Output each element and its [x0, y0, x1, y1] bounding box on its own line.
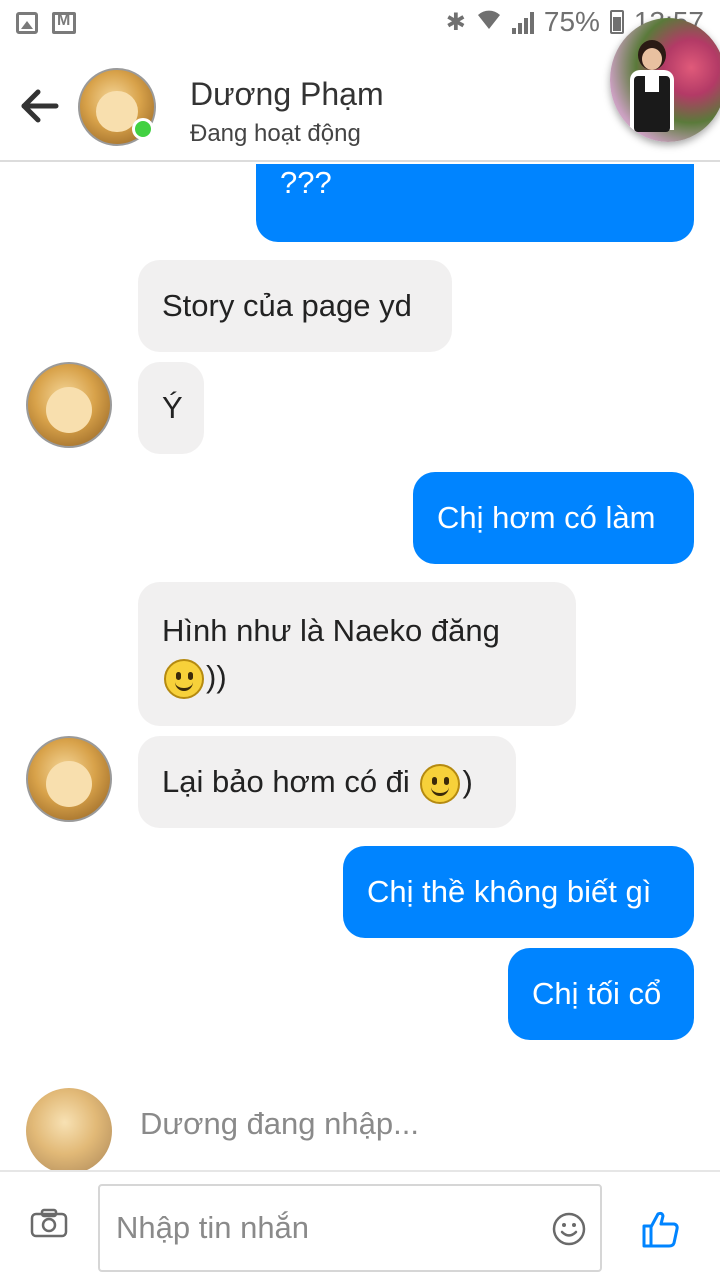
thumbs-up-like-icon[interactable]	[640, 1210, 680, 1248]
signal-icon	[511, 10, 534, 34]
bluetooth-icon: ✱	[445, 8, 466, 36]
message-text: Chị thề không biết gì	[367, 874, 652, 909]
message-composer: Nhập tin nhắn	[0, 1170, 720, 1280]
emoji-picker-icon[interactable]	[552, 1212, 586, 1246]
contact-active-status: Đang hoạt động	[190, 120, 361, 147]
sender-avatar[interactable]	[26, 362, 112, 448]
message-input-placeholder: Nhập tin nhắn	[116, 1210, 310, 1245]
outgoing-message[interactable]: Chị tối cổ	[508, 948, 694, 1040]
message-text: Chị tối cổ	[532, 976, 662, 1011]
sender-avatar[interactable]	[26, 736, 112, 822]
back-arrow-icon[interactable]	[18, 84, 62, 128]
incoming-message[interactable]: Ý	[138, 362, 204, 454]
message-text: ???	[280, 165, 332, 200]
outgoing-message[interactable]: Chị hơm có làm	[413, 472, 694, 564]
online-status-dot	[132, 118, 154, 140]
message-text: Chị hơm có làm	[437, 500, 656, 535]
message-text-line2: ))	[162, 654, 227, 700]
message-text: Story của page yd	[162, 288, 412, 323]
wifi-icon	[476, 7, 502, 38]
message-list[interactable]: ??? Story của page yd Ý Chị hơm có làm H…	[0, 164, 720, 1170]
typing-avatar	[26, 1088, 112, 1174]
battery-icon	[609, 10, 624, 34]
message-text: Lại bảo hơm có đi )	[162, 759, 473, 805]
message-text: Ý	[162, 390, 183, 425]
camera-icon[interactable]	[30, 1208, 68, 1238]
message-input[interactable]: Nhập tin nhắn	[98, 1184, 602, 1272]
smiley-emoji-icon	[420, 763, 461, 804]
incoming-message[interactable]: Lại bảo hơm có đi )	[138, 736, 516, 828]
incoming-message[interactable]: Story của page yd	[138, 260, 452, 352]
image-notification-icon	[16, 12, 38, 34]
incoming-message[interactable]: Hình như là Naeko đăng ))	[138, 582, 576, 726]
contact-name[interactable]: Dương Phạm	[190, 76, 384, 113]
chat-head-photo	[630, 40, 674, 140]
chat-head-bubble[interactable]	[610, 18, 720, 142]
battery-percent: 75%	[543, 6, 600, 37]
gmail-notification-icon	[52, 12, 76, 34]
status-bar: ✱ 75% 13:57	[0, 0, 720, 48]
outgoing-message[interactable]: ???	[256, 164, 694, 242]
message-text-line1: Hình như là Naeko đăng	[162, 613, 500, 648]
typing-indicator: Dương đang nhập...	[140, 1106, 419, 1141]
smiley-emoji-icon	[164, 658, 204, 699]
outgoing-message[interactable]: Chị thề không biết gì	[343, 846, 694, 938]
